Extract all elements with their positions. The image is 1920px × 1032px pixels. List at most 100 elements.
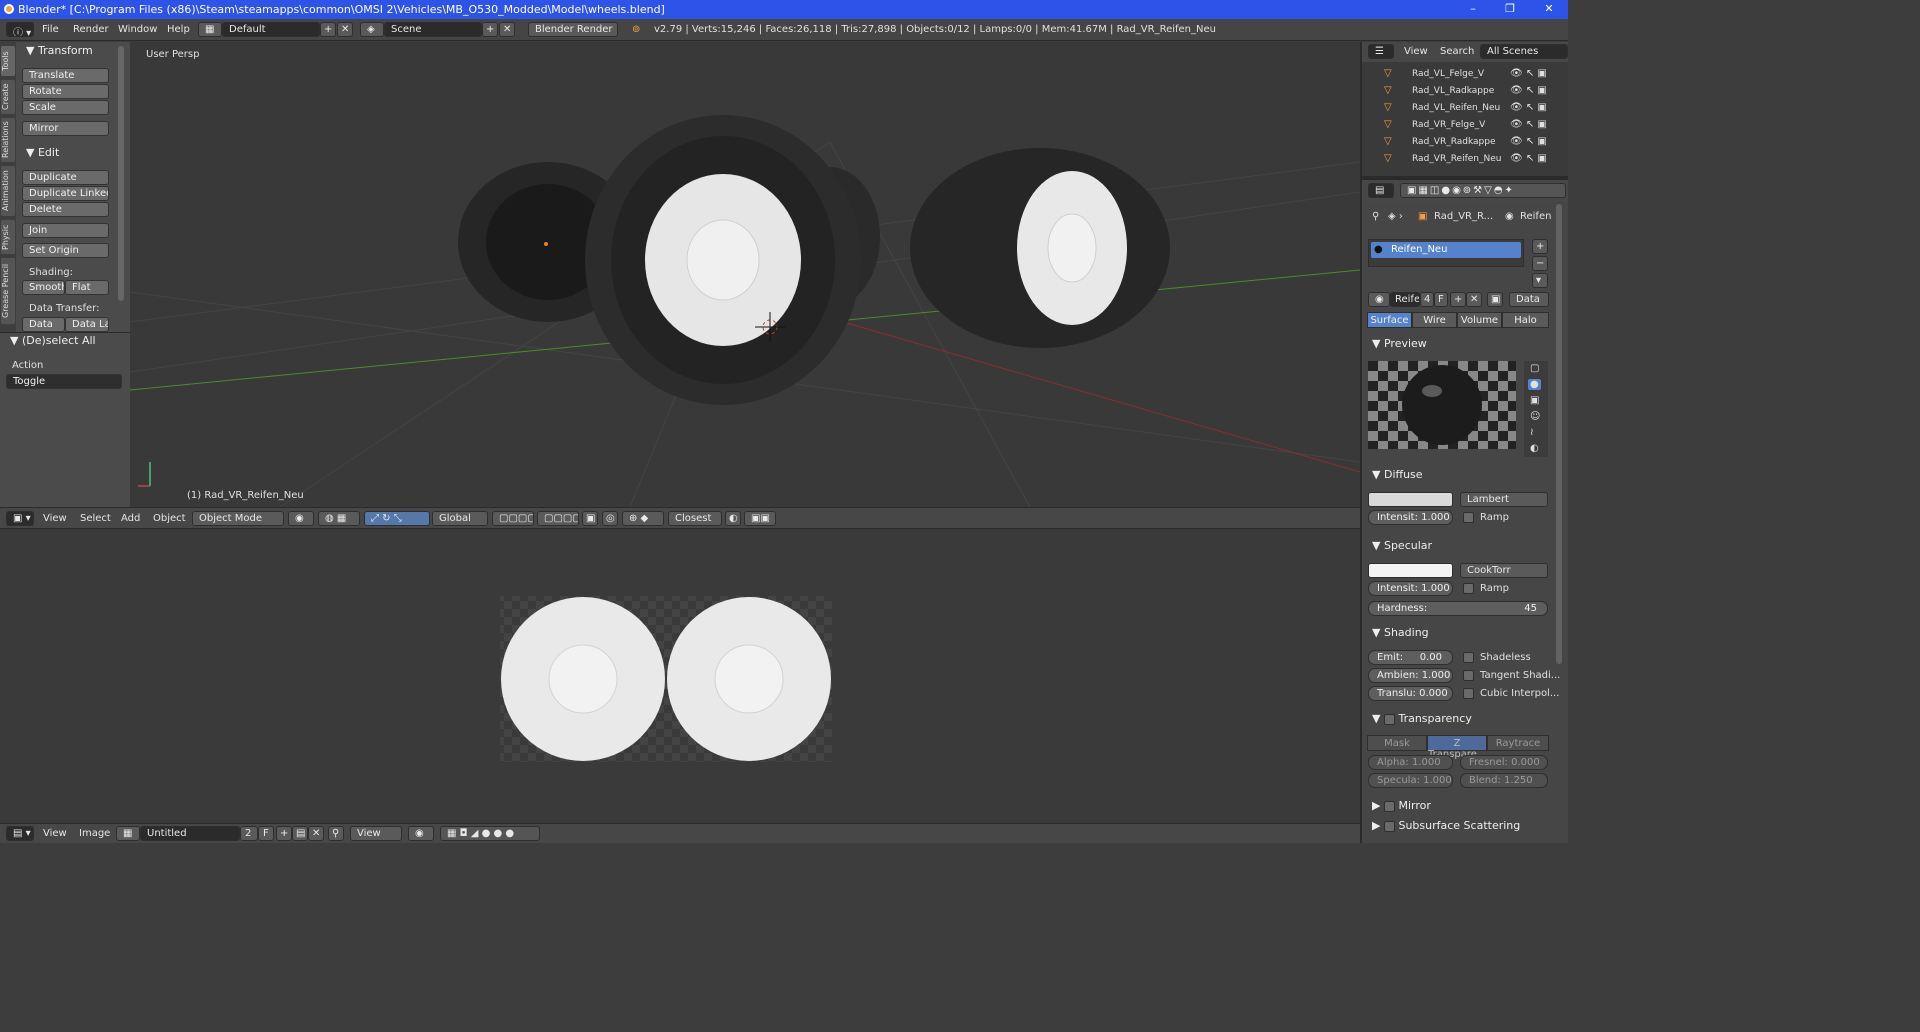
layers-grid-2[interactable]: ▢▢▢▢▢ (537, 511, 579, 526)
layout-field[interactable]: Default (222, 22, 320, 37)
image-display-icon[interactable]: ◉ (408, 826, 434, 841)
preview-sphere-icon[interactable]: ● (1528, 379, 1541, 390)
outliner-row[interactable]: ▽ Rad_VL_Felge_V 👁 ↖ ▣ (1362, 66, 1560, 82)
visibility-icons[interactable]: 👁 ↖ ▣ (1510, 136, 1547, 147)
material-users-count[interactable]: 4 (1420, 292, 1434, 307)
sss-checkbox[interactable] (1383, 820, 1395, 832)
mirror-panel-header[interactable]: ▶ Mirror (1372, 799, 1431, 812)
tab-grease-pencil[interactable]: Grease Pencil (1, 258, 15, 324)
preview-panel-header[interactable]: ▼ Preview (1372, 337, 1427, 350)
image-browse-icon[interactable]: ▦ (116, 826, 140, 841)
duplicate-button[interactable]: Duplicate (22, 170, 109, 185)
unlink-image-button[interactable]: ✕ (308, 826, 324, 841)
transform-panel-header[interactable]: ▼ Transform (26, 44, 93, 57)
add-slot-button[interactable]: + (1532, 239, 1548, 254)
snap-icon[interactable]: ⊕ ◆ (622, 511, 664, 526)
shading-panel-header[interactable]: ▼ Shading (1372, 626, 1429, 639)
visibility-icons[interactable]: 👁 ↖ ▣ (1510, 119, 1547, 130)
image-name-field[interactable]: Untitled (140, 826, 240, 841)
new-image-button[interactable]: + (276, 826, 292, 841)
outliner-row[interactable]: ▽ Rad_VR_Radkappe 👁 ↖ ▣ (1362, 134, 1560, 150)
area-divider-vertical[interactable] (1360, 42, 1362, 843)
flat-button[interactable]: Flat (65, 280, 109, 295)
smooth-button[interactable]: Smooth (22, 280, 65, 295)
link-icon[interactable]: ▣ (1487, 292, 1503, 307)
3d-viewport[interactable]: User Persp (1) Rad_VR_Reifen_Neu (130, 42, 1360, 507)
outliner-row[interactable]: ▽ Rad_VL_Reifen_Neu 👁 ↖ ▣ (1362, 100, 1560, 116)
image-menu-view[interactable]: View (43, 828, 67, 839)
viewport-menu-add[interactable]: Add (121, 513, 140, 524)
uv-image-editor[interactable] (0, 529, 1360, 823)
material-fake-user[interactable]: F (1434, 292, 1448, 307)
slot-menu-button[interactable]: ▾ (1532, 273, 1548, 288)
set-origin-dropdown[interactable]: Set Origin (22, 243, 109, 258)
outliner-menu-view[interactable]: View (1404, 46, 1428, 57)
transparency-ztransp-button[interactable]: Z Transpare... (1427, 735, 1487, 760)
tab-physics[interactable]: Physic (1, 220, 15, 254)
outliner-editor-type-icon[interactable]: ☰ (1368, 44, 1394, 59)
visibility-icons[interactable]: 👁 ↖ ▣ (1510, 102, 1547, 113)
rotate-button[interactable]: Rotate (22, 84, 109, 99)
specular-alpha-slider[interactable]: Specula: 1.000 (1368, 773, 1453, 788)
maximize-button[interactable]: ❐ (1500, 2, 1520, 16)
translucency-slider[interactable]: Translu: 0.000 (1368, 686, 1453, 701)
transparency-mask-button[interactable]: Mask (1367, 735, 1427, 751)
3d-editor-type-icon[interactable]: ▣ ▾ (6, 511, 34, 526)
image-fake-user[interactable]: F (258, 826, 274, 841)
outliner-menu-search[interactable]: Search (1440, 46, 1474, 57)
diffuse-color-swatch[interactable] (1368, 492, 1453, 507)
remove-scene-button[interactable]: ✕ (499, 22, 515, 37)
viewport-shading-icon[interactable]: ◉ (288, 511, 314, 526)
minimize-button[interactable]: – (1463, 2, 1483, 16)
outliner-display-mode[interactable]: All Scenes (1480, 44, 1568, 59)
image-view-dropdown[interactable]: View (350, 826, 402, 841)
new-material-button[interactable]: + (1450, 292, 1466, 307)
material-browse-icon[interactable]: ◉ (1368, 292, 1390, 307)
diffuse-panel-header[interactable]: ▼ Diffuse (1372, 468, 1423, 481)
material-slot-item[interactable]: ● Reifen_Neu (1371, 242, 1521, 258)
menu-help[interactable]: Help (167, 24, 190, 35)
add-layout-button[interactable]: + (320, 22, 336, 37)
layout-icon[interactable]: ▦ (198, 22, 222, 37)
pin-image-icon[interactable]: ⚲ (328, 826, 344, 841)
specular-panel-header[interactable]: ▼ Specular (1372, 539, 1432, 552)
tool-shelf-scrollbar[interactable] (118, 46, 124, 301)
mode-dropdown[interactable]: Object Mode (192, 511, 284, 526)
tab-wire[interactable]: Wire (1412, 312, 1457, 328)
deselect-panel-header[interactable]: ▼ (De)select All (10, 334, 96, 347)
material-link-dropdown[interactable]: Data (1509, 292, 1549, 307)
preview-type-buttons[interactable]: ▢ ● ▣ ☺ ≀ ◐ (1524, 361, 1548, 457)
blend-slider[interactable]: Blend: 1.250 (1460, 773, 1548, 788)
specular-color-swatch[interactable] (1368, 563, 1453, 578)
scene-icon[interactable]: ◈ (360, 22, 384, 37)
menu-render[interactable]: Render (73, 24, 109, 35)
tab-animation[interactable]: Animation (1, 166, 15, 216)
close-button[interactable]: ✕ (1539, 2, 1559, 16)
join-button[interactable]: Join (22, 223, 109, 238)
menu-window[interactable]: Window (118, 24, 157, 35)
properties-scrollbar[interactable] (1556, 204, 1562, 664)
visibility-icons[interactable]: 👁 ↖ ▣ (1510, 153, 1547, 164)
cubic-interpolation-checkbox[interactable] (1463, 688, 1474, 699)
pin-icon[interactable]: ⚲ (1372, 211, 1379, 222)
outliner-row[interactable]: ▽ Rad_VR_Felge_V 👁 ↖ ▣ (1362, 117, 1560, 133)
manipulator-icons[interactable]: ⤢ ↻ ⤡ (364, 511, 430, 526)
snap-target-dropdown[interactable]: Closest (668, 511, 722, 526)
area-divider-outliner[interactable] (1362, 176, 1568, 180)
diffuse-ramp-checkbox[interactable] (1463, 512, 1474, 523)
layer-lock-icon[interactable]: ▣ (582, 511, 598, 526)
diffuse-intensity-slider[interactable]: Intensit: 1.000 (1368, 510, 1453, 525)
edit-panel-header[interactable]: ▼ Edit (26, 146, 59, 159)
render-icons[interactable]: ▣▣ (744, 511, 776, 526)
shadeless-checkbox[interactable] (1463, 652, 1474, 663)
viewport-menu-select[interactable]: Select (80, 513, 111, 524)
tab-tools[interactable]: Tools (1, 46, 15, 76)
add-scene-button[interactable]: + (482, 22, 498, 37)
data-transfer-button[interactable]: Data (22, 317, 65, 332)
emit-slider[interactable]: Emit: 0.00 (1368, 650, 1453, 665)
snap-align-icon[interactable]: ◐ (725, 511, 741, 526)
diffuse-shader-dropdown[interactable]: Lambert (1460, 492, 1548, 507)
specular-intensity-slider[interactable]: Intensit: 1.000 (1368, 581, 1453, 596)
menu-file[interactable]: File (42, 24, 59, 35)
tangent-shading-checkbox[interactable] (1463, 670, 1474, 681)
